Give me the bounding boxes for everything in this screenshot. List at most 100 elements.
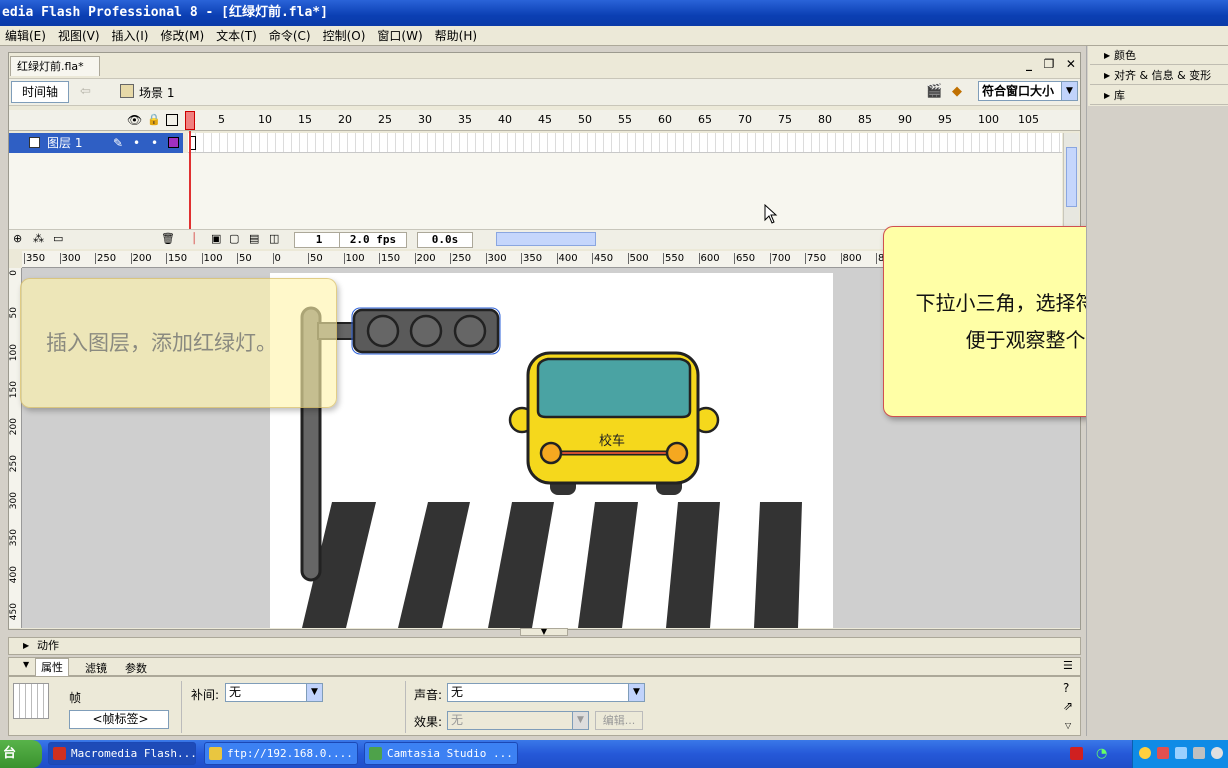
onion-outline-icon[interactable]: ▢ bbox=[229, 232, 239, 245]
window-title-bar: edia Flash Professional 8 - [红绿灯前.fla*] bbox=[0, 0, 1228, 26]
menu-edit[interactable]: 编辑(E) bbox=[0, 27, 53, 44]
scroll-thumb[interactable] bbox=[1066, 147, 1077, 207]
tab-filters[interactable]: 滤镜 bbox=[85, 660, 107, 676]
tray-clock-icon[interactable] bbox=[1211, 747, 1223, 759]
edit-symbol-icon[interactable]: ◆ bbox=[952, 84, 974, 102]
ruler-mark: 250 bbox=[9, 455, 19, 473]
task-flash-label: Macromedia Flash... bbox=[71, 747, 196, 760]
panel-color[interactable]: 颜色 bbox=[1090, 46, 1228, 65]
frame-number: 90 bbox=[898, 113, 912, 126]
frame-label: 帧 bbox=[69, 691, 82, 705]
panel-library[interactable]: 库 bbox=[1090, 86, 1228, 105]
playhead-handle[interactable] bbox=[185, 111, 195, 130]
ruler-mark: 750 bbox=[805, 253, 827, 264]
layer-color-icon[interactable] bbox=[168, 137, 179, 148]
lock-icon[interactable]: 🔒 bbox=[147, 113, 161, 126]
options-menu-icon[interactable]: ☰ bbox=[1063, 659, 1073, 672]
chevron-down-icon[interactable]: ▼ bbox=[1061, 82, 1077, 100]
frame-number: 60 bbox=[658, 113, 672, 126]
ruler-mark: 500 bbox=[627, 253, 649, 264]
zoom-value: 符合窗口大小 bbox=[982, 84, 1055, 98]
menu-view[interactable]: 视图(V) bbox=[53, 27, 107, 44]
task-camtasia[interactable]: Camtasia Studio ... bbox=[364, 742, 518, 765]
outline-icon[interactable] bbox=[166, 114, 178, 126]
modify-onion-markers-icon[interactable]: ◫ bbox=[269, 232, 279, 245]
start-button[interactable]: 台 bbox=[0, 740, 42, 768]
callout-left-text: 插入图层，添加红绿灯。 bbox=[46, 331, 277, 355]
timeline-vertical-scrollbar[interactable] bbox=[1063, 133, 1079, 229]
ruler-mark: 700 bbox=[769, 253, 791, 264]
ruler-mark: 200 bbox=[9, 418, 19, 436]
menu-window[interactable]: 窗口(W) bbox=[372, 27, 429, 44]
document-tab[interactable]: 红绿灯前.fla* bbox=[10, 56, 100, 76]
tray-qq-icon[interactable] bbox=[1157, 747, 1169, 759]
layer-row[interactable]: 图层 1 ✎ • • bbox=[9, 133, 183, 153]
chevron-down-icon[interactable]: ▼ bbox=[306, 684, 322, 701]
frame-rate-field[interactable]: 2.0 fps bbox=[339, 232, 407, 248]
back-arrow-icon[interactable]: ⇦ bbox=[80, 84, 100, 100]
frame-number: 70 bbox=[738, 113, 752, 126]
frame-number: 75 bbox=[778, 113, 792, 126]
callout-left: 插入图层，添加红绿灯。 bbox=[20, 278, 337, 408]
frame-label-input[interactable]: <帧标签> bbox=[69, 710, 169, 729]
tray-app-icon[interactable] bbox=[1070, 747, 1083, 760]
lock-dot-icon[interactable]: • bbox=[151, 133, 158, 153]
edit-multiple-frames-icon[interactable]: ▤ bbox=[249, 232, 259, 245]
sound-select[interactable]: 无 ▼ bbox=[447, 683, 645, 702]
ruler-mark: 250 bbox=[450, 253, 472, 264]
center-frame-icon[interactable]: ⏐ bbox=[191, 232, 197, 246]
tween-select[interactable]: 无 ▼ bbox=[225, 683, 323, 702]
tray-user-icon[interactable] bbox=[1139, 747, 1151, 759]
camtasia-app-icon bbox=[369, 747, 382, 760]
task-flash[interactable]: Macromedia Flash... bbox=[48, 742, 196, 765]
edit-in-place-icon[interactable]: ⇗ bbox=[1063, 699, 1073, 713]
panel-align-info-transform[interactable]: 对齐 & 信息 & 变形 bbox=[1090, 66, 1228, 85]
add-guide-layer-icon[interactable]: ⁂ bbox=[33, 232, 44, 245]
menu-control[interactable]: 控制(O) bbox=[318, 27, 373, 44]
divider bbox=[181, 681, 182, 733]
timeline-frame-ruler: 1510152025303540455055606570758085909510… bbox=[188, 110, 1062, 131]
expand-properties-icon[interactable]: ▽ bbox=[1065, 721, 1071, 730]
menu-text[interactable]: 文本(T) bbox=[211, 27, 264, 44]
eye-icon[interactable]: 👁 bbox=[127, 113, 142, 127]
delete-layer-icon[interactable]: 🗑 bbox=[161, 232, 175, 245]
wifi-icon[interactable]: ◔ bbox=[1096, 747, 1109, 760]
system-tray bbox=[1132, 740, 1228, 768]
menu-commands[interactable]: 命令(C) bbox=[264, 27, 318, 44]
zoom-select[interactable]: 符合窗口大小 ▼ bbox=[978, 81, 1078, 101]
timeline-toggle-button[interactable]: 时间轴 bbox=[11, 81, 69, 103]
tray-monitor-icon[interactable] bbox=[1193, 747, 1205, 759]
tab-properties[interactable]: 属性 bbox=[35, 658, 69, 676]
help-icon[interactable]: ? bbox=[1063, 681, 1069, 695]
sound-value: 无 bbox=[451, 685, 464, 699]
ruler-mark: 300 bbox=[59, 253, 81, 264]
tray-network-icon[interactable] bbox=[1175, 747, 1187, 759]
school-bus[interactable] bbox=[508, 351, 720, 495]
edit-scene-icon[interactable]: 🎬 bbox=[926, 84, 946, 102]
insert-folder-icon[interactable]: ▭ bbox=[53, 232, 63, 245]
scene-label[interactable]: 场景 1 bbox=[139, 84, 174, 101]
menu-insert[interactable]: 插入(I) bbox=[107, 27, 156, 44]
frame-number: 35 bbox=[458, 113, 472, 126]
playhead[interactable] bbox=[189, 131, 191, 229]
task-ftp[interactable]: ftp://192.168.0.... bbox=[204, 742, 358, 765]
close-icon[interactable]: ✕ bbox=[1066, 57, 1076, 73]
onion-skin-icon[interactable]: ▣ bbox=[211, 232, 221, 245]
collapse-handle[interactable]: ▼ bbox=[520, 628, 568, 636]
insert-layer-icon[interactable]: ⊕ bbox=[13, 232, 22, 245]
frame-number: 20 bbox=[338, 113, 352, 126]
minimize-icon[interactable]: _ bbox=[1026, 57, 1032, 73]
actions-panel-header[interactable]: ▶ 动作 bbox=[8, 637, 1081, 655]
menu-help[interactable]: 帮助(H) bbox=[430, 27, 484, 44]
folder-icon bbox=[209, 747, 222, 760]
chevron-down-icon[interactable]: ▼ bbox=[628, 684, 644, 701]
menu-modify[interactable]: 修改(M) bbox=[155, 27, 211, 44]
tab-parameters[interactable]: 参数 bbox=[125, 660, 147, 676]
collapse-icon[interactable]: ▼ bbox=[23, 660, 29, 669]
stage[interactable]: 校车 bbox=[270, 273, 833, 628]
timeline-horizontal-scrollbar[interactable] bbox=[496, 232, 596, 246]
visible-dot-icon[interactable]: • bbox=[133, 133, 140, 153]
layer-frames[interactable] bbox=[188, 133, 1062, 153]
restore-icon[interactable]: ❐ bbox=[1044, 57, 1055, 73]
frame-number: 100 bbox=[978, 113, 999, 126]
